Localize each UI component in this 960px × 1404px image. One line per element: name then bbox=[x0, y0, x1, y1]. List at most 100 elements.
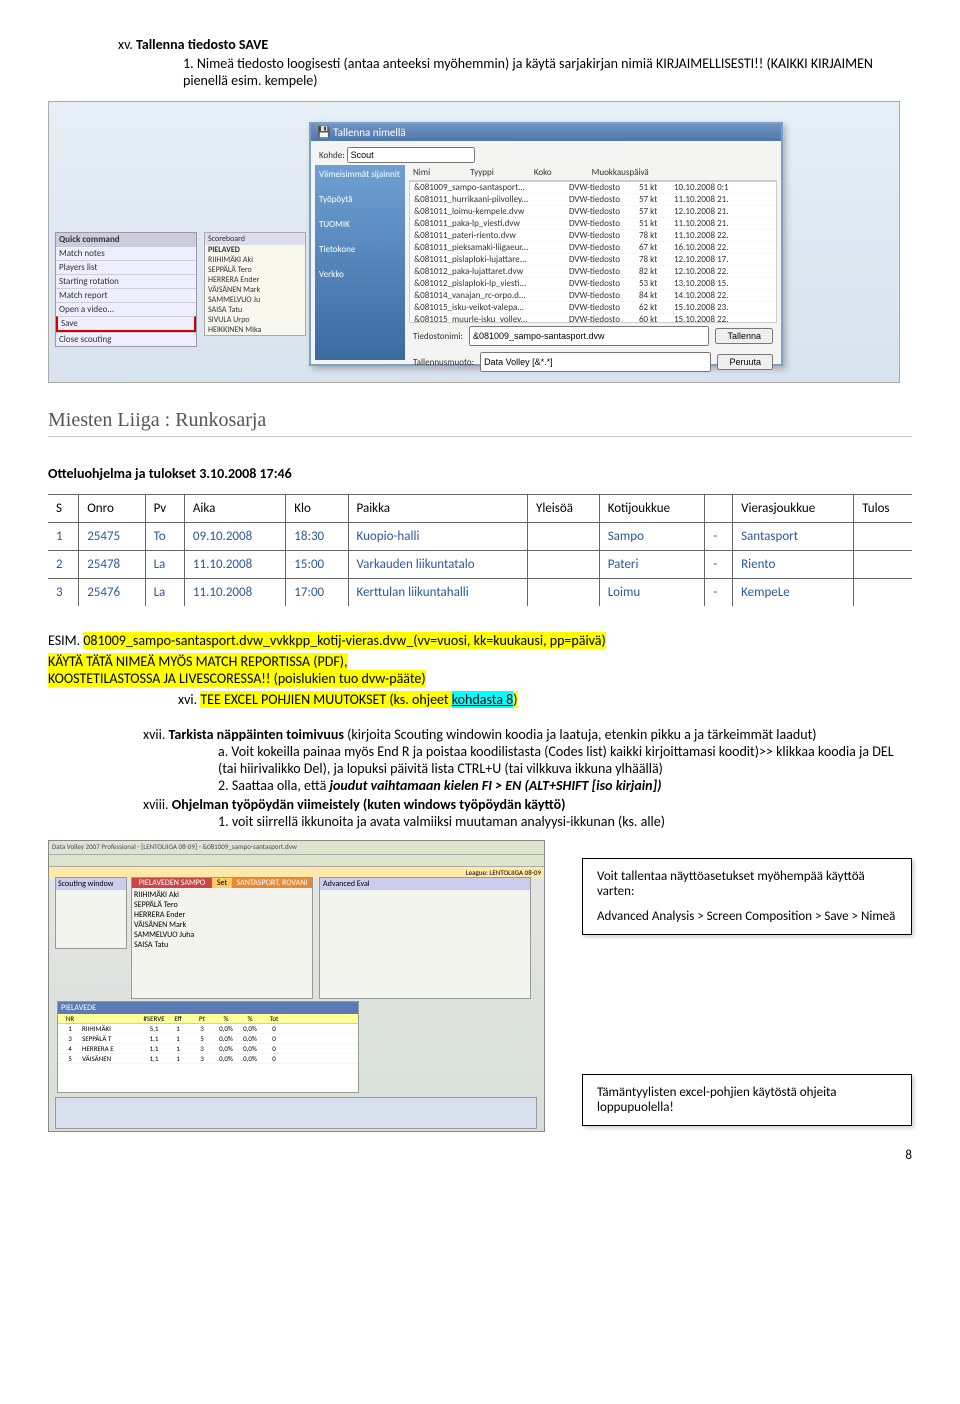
taskbar[interactable] bbox=[55, 1097, 537, 1129]
file-row[interactable]: &081011_pateri-riento.dvwDVW-tiedosto78 … bbox=[410, 230, 776, 242]
xviii-text: Ohjelman työpöydän viimeistely (kuten wi… bbox=[172, 796, 566, 813]
player-row: SIVULA Urpo bbox=[205, 315, 305, 325]
excel-row: 1RIIHIMÄKI5,1130,0%0,0%0 bbox=[58, 1024, 358, 1034]
item-xvi: xvi. TEE EXCEL POHJIEN MUUTOKSET (ks. oh… bbox=[178, 691, 912, 708]
xv-title: Tallenna tiedosto SAVE bbox=[136, 36, 268, 53]
dialog-title: 💾 Tallenna nimellä bbox=[311, 124, 781, 141]
col-name[interactable]: Nimi bbox=[413, 167, 430, 178]
file-row[interactable]: &081014_vanajan_rc-orpo.d...DVW-tiedosto… bbox=[410, 290, 776, 302]
place-network[interactable]: Verkko bbox=[319, 269, 401, 280]
col-type[interactable]: Tyyppi bbox=[470, 167, 494, 178]
qc-players-list[interactable]: Players list bbox=[56, 260, 196, 274]
qc-match-notes[interactable]: Match notes bbox=[56, 246, 196, 260]
xv-sub1-num: 1. bbox=[183, 55, 194, 72]
excel-table-panel[interactable]: PIELAVEDE NR#SERVEEffPt%%Tot 1RIIHIMÄKI5… bbox=[57, 1001, 359, 1093]
workspace-screenshot: Data Volley 2007 Professional - [LENTOLI… bbox=[48, 840, 912, 1130]
kohde-combo[interactable] bbox=[347, 147, 475, 163]
col-yleisoa: Yleisöä bbox=[528, 495, 600, 523]
qc-starting-rotation[interactable]: Starting rotation bbox=[56, 274, 196, 288]
place-computer[interactable]: Tietokone bbox=[319, 244, 401, 255]
player-row: HERRERA Ender bbox=[205, 275, 305, 285]
file-row[interactable]: &081011_paka-lp_viesti.dvwDVW-tiedosto51… bbox=[410, 218, 776, 230]
file-row[interactable]: &081011_pislaploki-lujattare...DVW-tiedo… bbox=[410, 254, 776, 266]
col-size[interactable]: Koko bbox=[534, 167, 552, 178]
file-row[interactable]: &081012_paka-lujattaret.dvwDVW-tiedosto8… bbox=[410, 266, 776, 278]
quick-command-header: Quick command bbox=[56, 233, 196, 246]
team-home: PIELAVEDEN SAMPO bbox=[132, 878, 212, 888]
item-xviii: xviii. Ohjelman työpöydän viimeistely (k… bbox=[143, 796, 912, 813]
place-desktop[interactable]: Työpöytä bbox=[319, 194, 401, 205]
league-header: Miesten Liiga : Runkosarja bbox=[48, 409, 912, 437]
lineup-player: VÄISÄNEN Mark bbox=[134, 920, 310, 930]
xv-num: xv. bbox=[118, 36, 133, 53]
qc-match-report[interactable]: Match report bbox=[56, 288, 196, 302]
xvii-a-num: a. bbox=[218, 743, 228, 760]
col-aika: Aika bbox=[184, 495, 285, 523]
file-row[interactable]: &081015_isku-veikot-valepa...DVW-tiedost… bbox=[410, 302, 776, 314]
col-onro: Onro bbox=[79, 495, 145, 523]
kohde-label: Kohde: bbox=[319, 150, 345, 161]
file-row[interactable]: &081011_loimu-kempele.dvwDVW-tiedosto57 … bbox=[410, 206, 776, 218]
item-xvii-2: 2. Saattaa olla, että joudut vaihtamaan … bbox=[218, 777, 912, 794]
excel-header-row: NR#SERVEEffPt%%Tot bbox=[58, 1014, 358, 1024]
adv-eval-title: Advanced Eval bbox=[320, 878, 530, 890]
file-row[interactable]: &081011_pieksamaki-liigaeur...DVW-tiedos… bbox=[410, 242, 776, 254]
filetype-label: Tallennusmuoto: bbox=[413, 357, 474, 368]
qc-close-scouting[interactable]: Close scouting bbox=[56, 332, 196, 346]
table-row[interactable]: 125475To09.10.200818:30Kuopio-halliSampo… bbox=[48, 523, 912, 551]
item-xv-sub1: 1. Nimeä tiedosto loogisesti (antaa ante… bbox=[183, 55, 912, 89]
filename-label: Tiedostonimi: bbox=[413, 331, 463, 342]
lineup-panel[interactable]: PIELAVEDEN SAMPO Set SANTASPORT, ROVANI … bbox=[131, 877, 313, 999]
file-row[interactable]: &081012_pislaploki-lp_viesti...DVW-tiedo… bbox=[410, 278, 776, 290]
xviii-1-num: 1. bbox=[218, 813, 229, 830]
table-row[interactable]: 325476La11.10.200817:00Kerttulan liikunt… bbox=[48, 579, 912, 607]
team-away: SANTASPORT, ROVANI bbox=[232, 878, 312, 888]
qc-open-video[interactable]: Open a video... bbox=[56, 302, 196, 316]
lineup-player: SEPPÄLÄ Tero bbox=[134, 900, 310, 910]
file-row[interactable]: &081009_sampo-santasport...DVW-tiedosto5… bbox=[410, 182, 776, 194]
excel-row: 5VÄISÄNEN1,1130,0%0,0%0 bbox=[58, 1054, 358, 1064]
col-klo: Klo bbox=[286, 495, 348, 523]
col-date[interactable]: Muokkauspäivä bbox=[592, 167, 649, 178]
col-paikka: Paikka bbox=[348, 495, 527, 523]
excel-row: 4HERRERA E1,1130,0%0,0%0 bbox=[58, 1044, 358, 1054]
scoreboard-header: Scoreboard bbox=[205, 233, 305, 245]
col-vieras: Vierasjoukkue bbox=[733, 495, 854, 523]
file-row[interactable]: &081011_hurrikaani-piivolley...DVW-tiedo… bbox=[410, 194, 776, 206]
qc-save[interactable]: Save bbox=[56, 316, 196, 332]
player-row: RIIHIMÄKI Aki bbox=[205, 255, 305, 265]
file-row[interactable]: &081015_muurle-isku_volley...DVW-tiedost… bbox=[410, 314, 776, 323]
menu-bar[interactable] bbox=[49, 855, 544, 867]
naming-line2b: KOOSTETILASTOSSA JA LIVESCORESSA!! (pois… bbox=[48, 670, 912, 687]
callout-excel-hint: Tämäntyylisten excel-pohjien käytöstä oh… bbox=[582, 1074, 912, 1126]
xvii-2-num: 2. bbox=[218, 777, 229, 794]
scouting-window-panel[interactable]: Scouting window bbox=[55, 877, 127, 949]
adv-eval-panel[interactable]: Advanced Eval bbox=[319, 877, 531, 999]
filetype-combo[interactable] bbox=[480, 352, 711, 372]
save-dialog-screenshot: Quick command Match notes Players list S… bbox=[48, 101, 900, 383]
place-recent[interactable]: Viimeisimmät sijainnit bbox=[319, 169, 401, 180]
player-row: HEIKKINEN Mika bbox=[205, 325, 305, 335]
player-row: SAMMELVUO Ju bbox=[205, 295, 305, 305]
filename-input[interactable] bbox=[469, 326, 710, 346]
table-row[interactable]: 225478La11.10.200815:00Varkauden liikunt… bbox=[48, 551, 912, 579]
item-xv: xv. Tallenna tiedosto SAVE bbox=[118, 36, 912, 53]
lineup-player: HERRERA Ender bbox=[134, 910, 310, 920]
lineup-player: SAISA Tatu bbox=[134, 940, 310, 950]
xvii-a-text: Voit kokeilla painaa myös End R ja poist… bbox=[218, 743, 894, 777]
page-number: 8 bbox=[48, 1148, 912, 1163]
schedule-title: Otteluohjelma ja tulokset 3.10.2008 17:4… bbox=[48, 465, 912, 482]
col-s: S bbox=[48, 495, 79, 523]
cancel-button[interactable]: Peruuta bbox=[717, 354, 773, 370]
col-koti: Kotijoukkue bbox=[599, 495, 705, 523]
xvi-link[interactable]: kohdasta 8 bbox=[452, 691, 514, 708]
place-tuomik[interactable]: TUOMIK bbox=[319, 219, 401, 230]
lineup-player: SAMMELVUO Juha bbox=[134, 930, 310, 940]
dialog-title-text: Tallenna nimellä bbox=[333, 126, 406, 139]
col-pv: Pv bbox=[145, 495, 184, 523]
naming-example: ESIM. 081009_sampo-santasport.dvw_vvkkpp… bbox=[48, 632, 912, 649]
file-list[interactable]: &081009_sampo-santasport...DVW-tiedosto5… bbox=[409, 181, 777, 323]
save-button[interactable]: Tallenna bbox=[715, 328, 773, 344]
excel-row: 3SEPPÄLÄ T1,1150,0%0,0%0 bbox=[58, 1034, 358, 1044]
set-label: Set bbox=[212, 878, 232, 888]
